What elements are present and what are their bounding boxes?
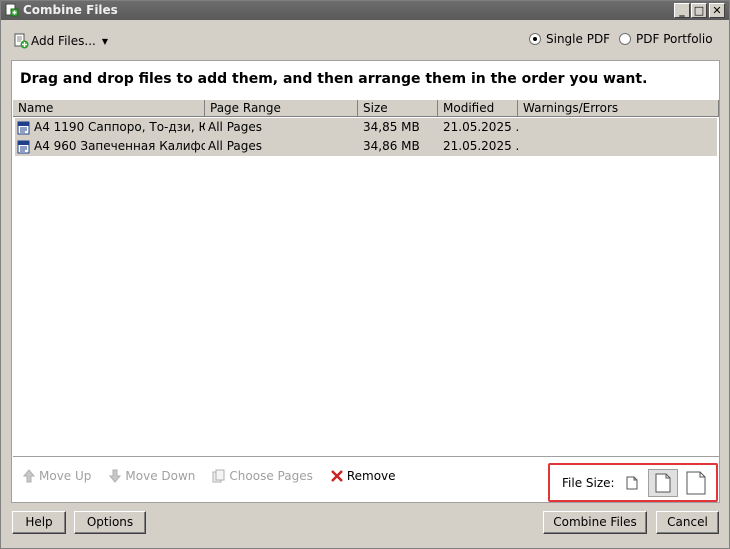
list-actions: Move Up Move Down Choose Pages Remove xyxy=(22,469,413,483)
file-size-medium-button[interactable] xyxy=(648,469,678,497)
file-list[interactable]: A4 1190 Саппоро, То-дзи, Ю... All Pages … xyxy=(13,118,719,456)
move-down-label: Move Down xyxy=(125,469,196,483)
single-pdf-option[interactable]: Single PDF xyxy=(529,32,610,46)
minimize-button[interactable]: _ xyxy=(674,3,690,18)
move-up-button[interactable]: Move Up xyxy=(22,469,91,483)
file-page-range[interactable]: All Pages xyxy=(208,137,358,156)
add-files-icon xyxy=(14,33,29,49)
file-size-small-button[interactable] xyxy=(617,469,647,497)
pdf-portfolio-option[interactable]: PDF Portfolio xyxy=(619,32,713,46)
chevron-down-icon[interactable]: ▼ xyxy=(102,37,108,46)
column-header-name[interactable]: Name xyxy=(13,100,205,117)
file-modified: 21.05.2025 ... xyxy=(443,139,519,153)
pdf-file-icon xyxy=(17,121,30,134)
choose-pages-button[interactable]: Choose Pages xyxy=(212,469,313,483)
arrow-down-icon xyxy=(109,469,122,483)
column-header-size[interactable]: Size xyxy=(358,100,438,117)
remove-button[interactable]: Remove xyxy=(330,469,396,483)
single-pdf-radio[interactable] xyxy=(529,33,541,45)
large-page-icon xyxy=(686,471,706,495)
pdf-portfolio-radio[interactable] xyxy=(619,33,631,45)
pages-icon xyxy=(212,469,225,483)
single-pdf-label: Single PDF xyxy=(546,32,611,46)
file-list-panel: Drag and drop files to add them, and the… xyxy=(11,60,720,503)
file-name: A4 1190 Саппоро, То-дзи, Ю... xyxy=(34,120,205,134)
maximize-button[interactable]: □ xyxy=(691,3,707,18)
combine-files-dialog: Combine Files _ □ ✕ Add Files... ▼ Singl… xyxy=(0,0,730,549)
file-page-range[interactable]: All Pages xyxy=(208,118,358,137)
column-header-modified[interactable]: Modified xyxy=(438,100,518,117)
file-warnings xyxy=(523,118,713,137)
move-up-label: Move Up xyxy=(39,469,92,483)
medium-page-icon xyxy=(655,473,671,493)
table-row[interactable]: A4 960 Запеченная Калифор... All Pages 3… xyxy=(15,137,717,156)
pdf-portfolio-label: PDF Portfolio xyxy=(636,32,713,46)
column-header-page-range[interactable]: Page Range xyxy=(205,100,358,117)
add-files-button[interactable]: Add Files... ▼ xyxy=(13,31,108,51)
column-header-warnings[interactable]: Warnings/Errors xyxy=(518,100,719,117)
small-page-icon xyxy=(626,476,638,490)
combine-files-button[interactable]: Combine Files xyxy=(543,511,647,534)
file-size-large-button[interactable] xyxy=(681,469,711,497)
file-size: 34,85 MB xyxy=(363,120,420,134)
options-button[interactable]: Options xyxy=(74,511,146,534)
move-down-button[interactable]: Move Down xyxy=(108,469,195,483)
file-size-selector: File Size: xyxy=(548,463,718,502)
choose-pages-label: Choose Pages xyxy=(229,469,313,483)
remove-label: Remove xyxy=(346,469,396,483)
instruction-text: Drag and drop files to add them, and the… xyxy=(20,71,648,87)
file-name-cell: A4 960 Запеченная Калифор... xyxy=(17,137,205,156)
close-button[interactable]: ✕ xyxy=(709,3,725,18)
divider xyxy=(13,456,719,457)
remove-icon xyxy=(330,470,343,482)
file-warnings xyxy=(523,137,713,156)
cancel-button[interactable]: Cancel xyxy=(656,511,719,534)
table-row[interactable]: A4 1190 Саппоро, То-дзи, Ю... All Pages … xyxy=(15,118,717,137)
arrow-up-icon xyxy=(22,469,36,483)
file-size: 34,86 MB xyxy=(363,139,420,153)
combine-files-icon xyxy=(5,3,19,17)
list-header: Name Page Range Size Modified Warnings/E… xyxy=(13,99,719,117)
add-files-label: Add Files... xyxy=(31,34,96,48)
file-size-label: File Size: xyxy=(562,475,615,490)
pdf-file-icon xyxy=(17,140,30,153)
file-modified: 21.05.2025 ... xyxy=(443,120,519,134)
help-button[interactable]: Help xyxy=(12,511,66,534)
title-bar[interactable]: Combine Files _ □ ✕ xyxy=(1,1,729,20)
window-title: Combine Files xyxy=(23,3,118,17)
file-name-cell: A4 1190 Саппоро, То-дзи, Ю... xyxy=(17,118,205,137)
file-name: A4 960 Запеченная Калифор... xyxy=(34,139,205,153)
